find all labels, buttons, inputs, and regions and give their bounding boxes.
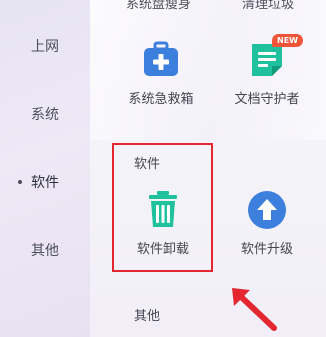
upgrade-icon (247, 190, 287, 230)
sidebar-item-system[interactable]: 系统 (0, 104, 90, 124)
section-title-other: 其他 (134, 309, 161, 324)
sidebar-item-label: 其他 (31, 243, 59, 259)
sidebar-item-label: 软件 (31, 175, 59, 191)
clean-junk-label[interactable]: 清理垃圾 (242, 0, 294, 12)
tool-label: 软件升级 (240, 242, 293, 257)
disk-slim-label[interactable]: 系统盘瘦身 (126, 0, 191, 12)
sidebar-item-label: 上网 (31, 39, 59, 55)
sidebar-item-other[interactable]: 其他 (0, 240, 90, 260)
first-aid-kit-icon (141, 40, 181, 80)
sidebar-item-internet[interactable]: 上网 (0, 36, 90, 56)
new-badge: NEW (272, 34, 303, 47)
tool-document-guard[interactable]: NEW 文档守护者 (222, 34, 312, 107)
sidebar-item-label: 系统 (31, 107, 59, 123)
tool-label: 系统急救箱 (128, 92, 194, 107)
tool-system-rescue[interactable]: 系统急救箱 (116, 40, 206, 107)
document-icon: NEW (247, 34, 303, 80)
tool-software-upgrade[interactable]: 软件升级 (222, 190, 312, 257)
sidebar: 上网 系统 软件 其他 (0, 0, 90, 337)
arrow-icon (232, 288, 277, 331)
highlight-box (112, 143, 213, 272)
active-indicator (18, 180, 22, 184)
tool-label: 文档守护者 (234, 92, 300, 107)
sidebar-item-software[interactable]: 软件 (0, 172, 90, 192)
